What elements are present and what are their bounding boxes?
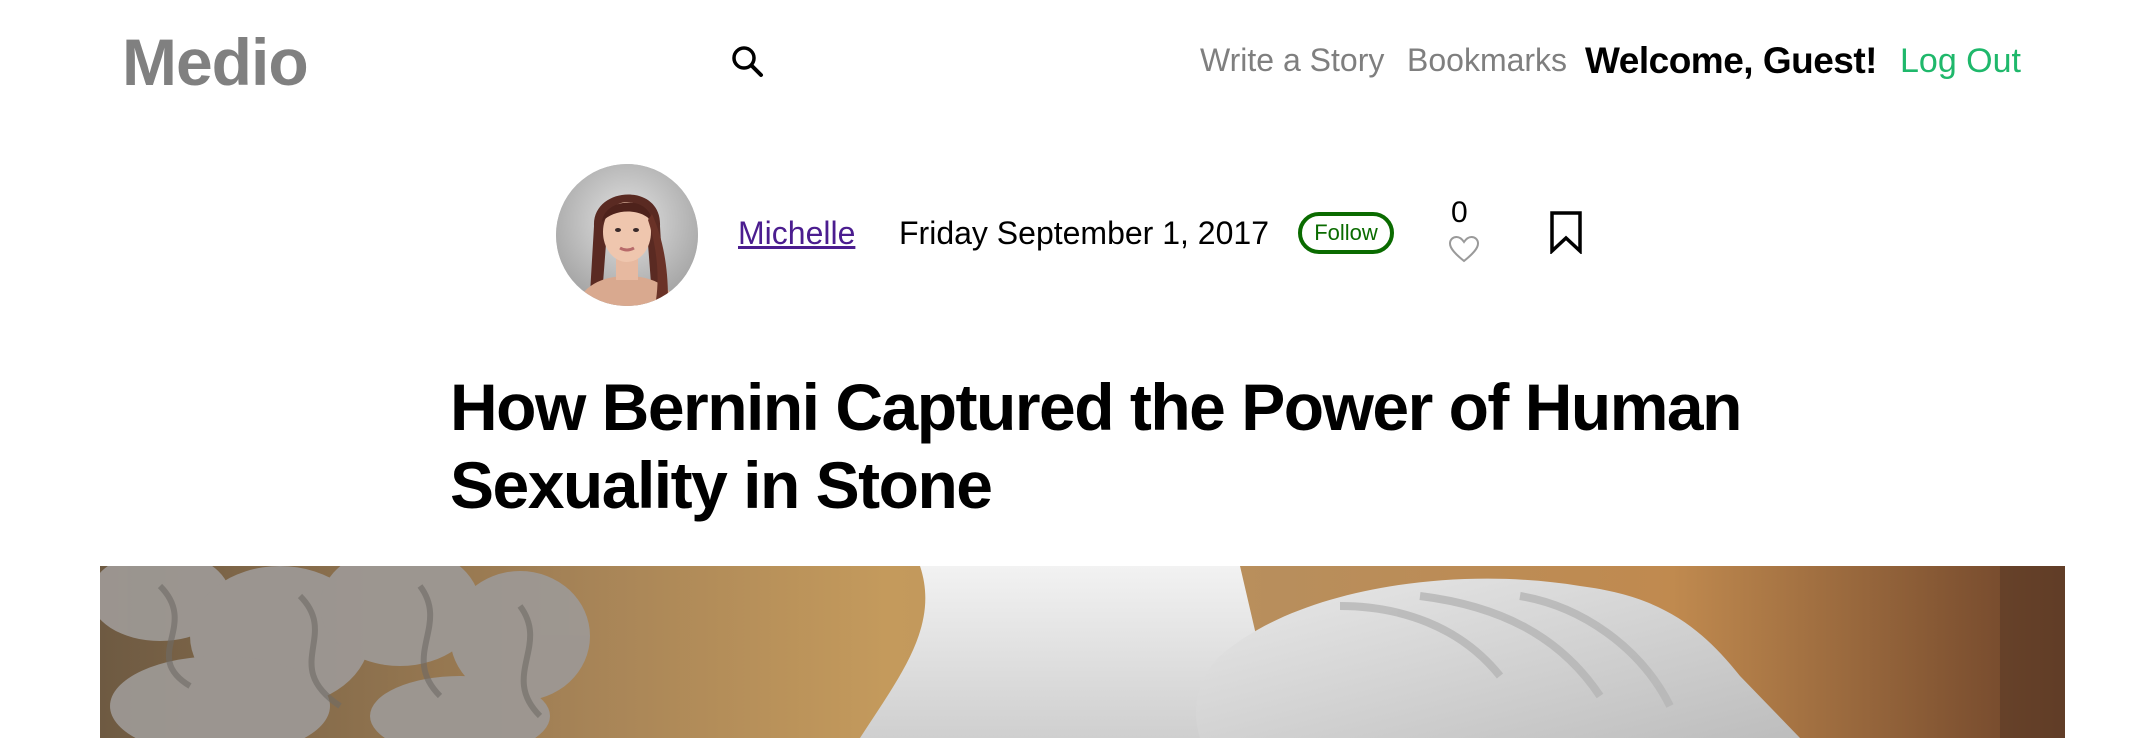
author-link[interactable]: Michelle	[738, 215, 855, 252]
publish-date: Friday September 1, 2017	[899, 215, 1269, 251]
like-button[interactable]	[1448, 235, 1480, 263]
bookmark-button[interactable]	[1548, 210, 1584, 256]
article-hero-image	[100, 566, 2065, 738]
site-logo[interactable]: Medio	[122, 24, 309, 100]
sculpture-image	[100, 566, 2065, 738]
heart-icon	[1448, 235, 1480, 263]
nav-bookmarks[interactable]: Bookmarks	[1407, 42, 1567, 79]
search-icon	[732, 46, 763, 77]
like-count: 0	[1451, 196, 1468, 229]
author-avatar[interactable]	[556, 164, 698, 306]
nav-write-story[interactable]: Write a Story	[1200, 42, 1384, 79]
avatar-image	[556, 164, 698, 306]
page: Medio Write a Story Bookmarks Welcome, G…	[0, 0, 2148, 738]
bookmark-icon	[1550, 211, 1582, 256]
logout-link[interactable]: Log Out	[1900, 42, 2021, 81]
search-button[interactable]	[730, 44, 766, 80]
follow-button[interactable]: Follow	[1298, 212, 1394, 254]
article-title: How Bernini Captured the Power of Human …	[450, 370, 1742, 522]
welcome-message: Welcome, Guest!	[1585, 40, 1878, 81]
